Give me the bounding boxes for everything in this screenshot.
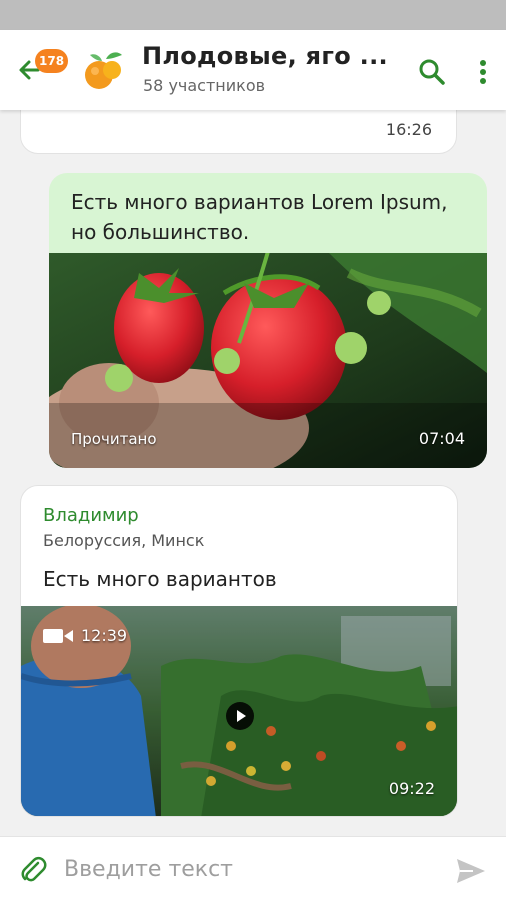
more-vertical-icon	[480, 60, 486, 84]
incoming-message[interactable]: Владимир Белоруссия, Минск Есть много ва…	[20, 485, 458, 817]
message-time: 07:04	[418, 429, 465, 448]
read-status: Прочитано	[71, 430, 157, 448]
video-duration: 12:39	[81, 626, 128, 645]
video-camera-icon	[43, 629, 73, 643]
search-button[interactable]	[416, 56, 448, 88]
author-location: Белоруссия, Минск	[43, 531, 205, 550]
members-count: 58 участников	[143, 76, 266, 95]
composer-bar	[0, 836, 506, 900]
play-icon[interactable]	[225, 701, 255, 731]
more-options-button[interactable]	[472, 56, 494, 88]
author-name[interactable]: Владимир	[43, 505, 139, 526]
paperclip-icon	[21, 856, 47, 882]
message-time: 09:22	[388, 779, 435, 798]
fruit-icon	[85, 52, 122, 89]
status-bar	[0, 0, 506, 30]
app-bar: 178 Плодовые, яго ... 58 участников	[0, 30, 506, 110]
message-text: Есть много вариантов Lorem Ipsum, но бол…	[71, 190, 448, 244]
outgoing-message[interactable]: Есть много вариантов Lorem Ipsum, но бол…	[49, 173, 487, 468]
send-button[interactable]	[455, 857, 487, 885]
group-avatar[interactable]	[78, 45, 128, 95]
send-icon	[457, 859, 485, 883]
message-list[interactable]: 16:26 Есть много вариантов Lorem Ipsum, …	[0, 110, 506, 836]
message-input[interactable]	[64, 851, 434, 887]
unread-badge: 178	[35, 49, 69, 73]
search-icon	[419, 59, 445, 85]
attach-button[interactable]	[18, 855, 48, 885]
message-bubble[interactable]: 16:26	[20, 110, 457, 154]
chat-title[interactable]: Плодовые, яго ...	[142, 42, 402, 70]
message-text: Есть много вариантов	[43, 567, 277, 591]
message-time: 16:26	[385, 120, 432, 139]
